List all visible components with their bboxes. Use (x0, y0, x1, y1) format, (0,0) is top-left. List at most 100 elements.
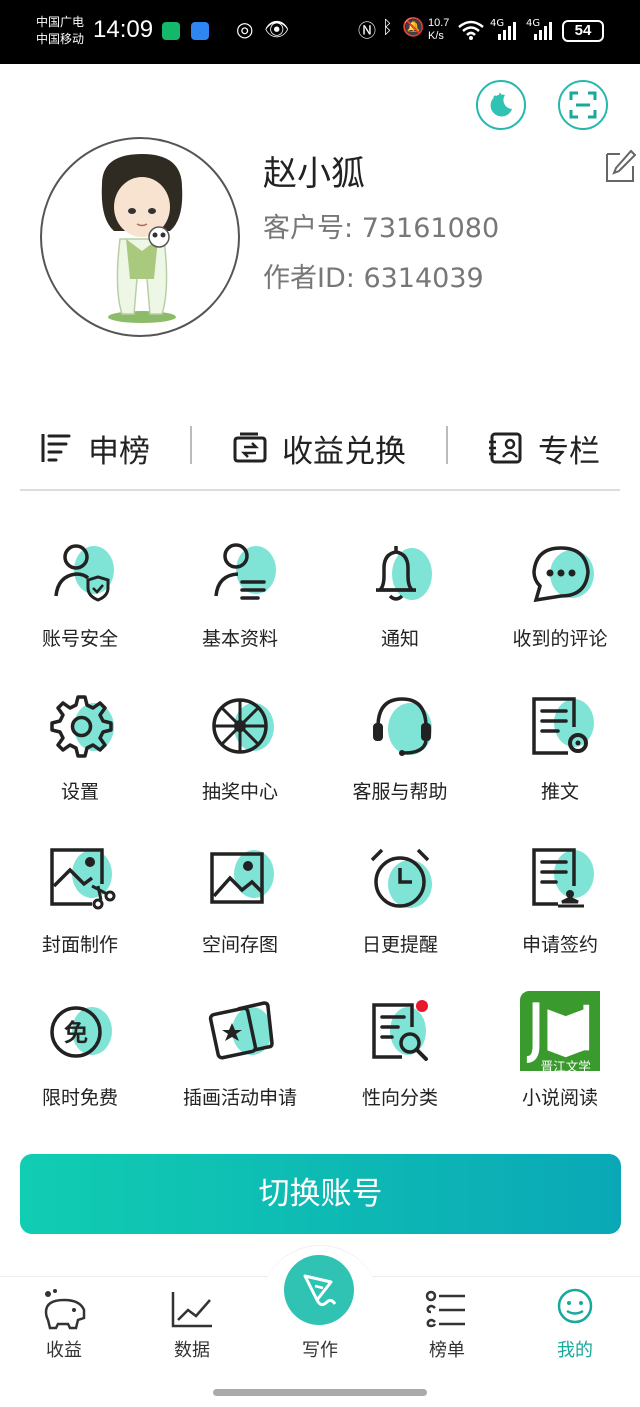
quick-action-earnings-exchange[interactable]: 收益兑换 (232, 418, 406, 478)
nfc-status-icon: ◎ (236, 17, 254, 41)
customer-number-label: 客户号: (263, 213, 354, 244)
image-scissors-icon (50, 848, 116, 910)
wifi-icon (458, 20, 484, 40)
eye-icon: 👁 (264, 17, 290, 41)
battery-indicator: 54 (562, 20, 604, 42)
hourglass-app-icon (162, 22, 180, 40)
message-app-icon (191, 22, 209, 40)
author-id-value: 6314039 (363, 263, 484, 294)
grid-label: 客服与帮助 (352, 781, 448, 803)
grid-label: 限时免费 (41, 1087, 118, 1109)
grid-label: 设置 (60, 781, 99, 803)
switch-account-button[interactable]: 切换账号 (20, 1154, 621, 1234)
carrier-1: 中国广电 (36, 15, 85, 29)
night-mode-button[interactable] (476, 80, 526, 130)
picture-icon (210, 850, 274, 904)
column-profile-icon (489, 432, 522, 464)
status-bar: 中国广电 中国移动 14:09 ◎ 👁 Ⓝ ᛒ 🔕 10.7 K/s 4G 4G… (0, 0, 640, 64)
grid-limited-free[interactable]: 免 限时免费 (0, 999, 160, 1129)
line-chart-icon (171, 1292, 212, 1328)
jjwxc-logo-text: 晋江文学 (541, 1059, 591, 1071)
status-time: 14:09 (93, 16, 154, 43)
write-pen-icon (303, 1274, 337, 1307)
signal-bars-icon-2 (534, 22, 552, 40)
user-shield-icon (54, 544, 114, 602)
mute-bell-icon: 🔕 (402, 17, 425, 38)
author-id-label: 作者ID: (263, 263, 355, 294)
quick-action-column[interactable]: 专栏 (488, 418, 600, 478)
grid-label: 基本资料 (201, 628, 278, 650)
grid-label: 通知 (380, 628, 419, 650)
user-info-icon (214, 543, 276, 600)
customer-number-line: 客户号: 73161080 (263, 206, 499, 245)
doc-gear-icon (532, 697, 594, 755)
grid-label: 封面制作 (41, 934, 118, 956)
notification-dot (416, 1000, 428, 1012)
grid-customer-service[interactable]: 客服与帮助 (320, 693, 480, 823)
quick-divider (446, 426, 448, 464)
quick-action-label: 申榜 (88, 433, 150, 470)
grid-promotion[interactable]: 推文 (480, 693, 640, 823)
grid-basic-info[interactable]: 基本资料 (160, 540, 320, 670)
write-button[interactable] (284, 1255, 354, 1325)
free-char: 免 (64, 1019, 88, 1047)
grid-notification[interactable]: 通知 (320, 540, 480, 670)
grid-illustration-event[interactable]: 插画活动申请 (160, 999, 320, 1129)
nav-label: 榜单 (429, 1340, 465, 1361)
gear-icon (50, 695, 114, 758)
grid-label: 收到的评论 (512, 628, 608, 650)
grid-apply-contract[interactable]: 申请签约 (480, 846, 640, 976)
piggy-bank-icon (44, 1289, 86, 1330)
alarm-clock-icon (370, 848, 432, 908)
grid-daily-update-reminder[interactable]: 日更提醒 (320, 846, 480, 976)
avatar[interactable] (40, 137, 240, 337)
customer-number-value: 73161080 (361, 213, 500, 244)
scan-icon (569, 91, 597, 119)
contract-icon (532, 848, 594, 908)
quick-action-apply-ranking[interactable]: 申榜 (38, 418, 150, 478)
network-speed: 10.7 K/s (428, 17, 450, 42)
grid-cover-making[interactable]: 封面制作 (0, 846, 160, 976)
avatar-chibi-image (101, 154, 183, 323)
nav-label: 写作 (302, 1340, 338, 1361)
quick-divider (190, 426, 192, 464)
grid-space-images[interactable]: 空间存图 (160, 846, 320, 976)
headset-icon (373, 697, 432, 756)
grid-label: 账号安全 (41, 628, 118, 650)
carrier-2: 中国移动 (36, 32, 85, 46)
list-icon (425, 1290, 465, 1328)
wheel-icon (212, 698, 274, 754)
grid-label: 日更提醒 (361, 934, 438, 956)
nickname: 赵小狐 (263, 154, 365, 194)
nav-label: 数据 (174, 1340, 210, 1361)
doc-search-icon (372, 1000, 428, 1061)
carrier-names: 中国广电 中国移动 (36, 14, 84, 48)
grid-label: 性向分类 (361, 1087, 438, 1109)
grid-orientation-category[interactable]: 性向分类 (320, 999, 480, 1129)
signal-bars-icon-1 (498, 22, 516, 40)
grid-settings[interactable]: 设置 (0, 693, 160, 823)
grid-novel-reading[interactable]: 晋江文学 小说阅读 (480, 991, 640, 1129)
scan-button[interactable] (558, 80, 608, 130)
bluetooth-icon: ᛒ (382, 17, 393, 38)
comment-bubble-icon (532, 546, 594, 603)
quick-action-label: 专栏 (538, 433, 600, 470)
grid-label: 抽奖中心 (201, 781, 278, 803)
grid-label: 申请签约 (521, 934, 598, 956)
home-indicator (213, 1389, 427, 1396)
bell-icon (375, 546, 432, 601)
grid-label: 推文 (540, 781, 579, 803)
wallet-exchange-icon (233, 432, 267, 463)
moon-icon (490, 93, 512, 117)
nav-label: 收益 (46, 1340, 82, 1361)
nav-label: 我的 (557, 1340, 593, 1361)
free-badge-icon: 免 (50, 1006, 112, 1058)
grid-lottery-center[interactable]: 抽奖中心 (160, 693, 320, 823)
quick-actions-row: 申榜 收益兑换 专栏 (20, 418, 620, 478)
quick-action-label: 收益兑换 (282, 433, 406, 470)
jjwxc-app-icon: 晋江文学 (520, 991, 600, 1071)
smiley-icon (557, 1288, 593, 1324)
edit-profile-icon[interactable] (604, 148, 636, 184)
grid-account-security[interactable]: 账号安全 (0, 540, 160, 670)
grid-received-comments[interactable]: 收到的评论 (480, 540, 640, 670)
